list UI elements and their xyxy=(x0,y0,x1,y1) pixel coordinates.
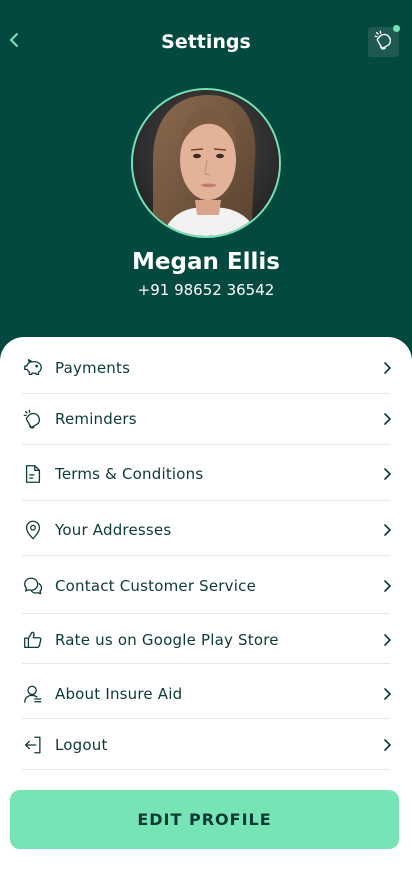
user-phone: +91 98652 36542 xyxy=(137,281,275,299)
settings-card: Payments Reminders Terms & Conditions Yo… xyxy=(0,337,412,870)
chat-bubbles-icon xyxy=(22,575,44,597)
chevron-right-icon xyxy=(382,579,392,593)
menu-item-label: Logout xyxy=(55,736,108,754)
menu-item-contact-service[interactable]: Contact Customer Service xyxy=(22,561,392,611)
chevron-right-icon xyxy=(382,633,392,647)
menu-item-addresses[interactable]: Your Addresses xyxy=(22,505,392,555)
avatar xyxy=(131,88,281,238)
location-pin-icon xyxy=(22,519,44,541)
chevron-right-icon xyxy=(382,738,392,752)
menu-item-reminders[interactable]: Reminders xyxy=(22,394,392,444)
chevron-right-icon xyxy=(382,523,392,537)
profile-header: Settings Megan Ellis +91 98652 36542 xyxy=(0,0,412,360)
chevron-right-icon xyxy=(382,467,392,481)
reminder-bell-icon xyxy=(373,29,395,55)
menu-item-label: About Insure Aid xyxy=(55,685,183,703)
chevron-right-icon xyxy=(382,361,392,375)
notification-dot xyxy=(393,25,400,32)
menu-item-label: Reminders xyxy=(55,410,137,428)
menu-item-label: Rate us on Google Play Store xyxy=(55,631,279,649)
piggy-bank-icon xyxy=(22,357,44,379)
reminders-button[interactable] xyxy=(368,25,400,57)
menu-item-label: Contact Customer Service xyxy=(55,577,256,595)
menu-item-label: Your Addresses xyxy=(55,521,172,539)
reminder-bell-icon xyxy=(22,408,44,430)
divider xyxy=(22,769,390,770)
menu-item-rate-us[interactable]: Rate us on Google Play Store xyxy=(22,615,392,665)
menu-item-label: Payments xyxy=(55,359,131,377)
divider xyxy=(22,663,390,664)
divider xyxy=(22,500,390,501)
menu-item-terms[interactable]: Terms & Conditions xyxy=(22,449,392,499)
chevron-right-icon xyxy=(382,687,392,701)
divider xyxy=(22,555,390,556)
logout-icon xyxy=(22,734,44,756)
divider xyxy=(22,444,390,445)
divider xyxy=(22,718,390,719)
thumbs-up-icon xyxy=(22,629,44,651)
page-title: Settings xyxy=(161,31,251,53)
menu-item-label: Terms & Conditions xyxy=(55,465,204,483)
divider xyxy=(22,613,390,614)
chevron-right-icon xyxy=(382,412,392,426)
document-icon xyxy=(22,463,44,485)
menu-item-about[interactable]: About Insure Aid xyxy=(22,669,392,719)
user-name: Megan Ellis xyxy=(132,249,280,275)
edit-profile-button[interactable]: EDIT PROFILE xyxy=(10,790,399,849)
user-info-icon xyxy=(22,683,44,705)
menu-item-logout[interactable]: Logout xyxy=(22,720,392,770)
menu-item-payments[interactable]: Payments xyxy=(22,343,392,393)
